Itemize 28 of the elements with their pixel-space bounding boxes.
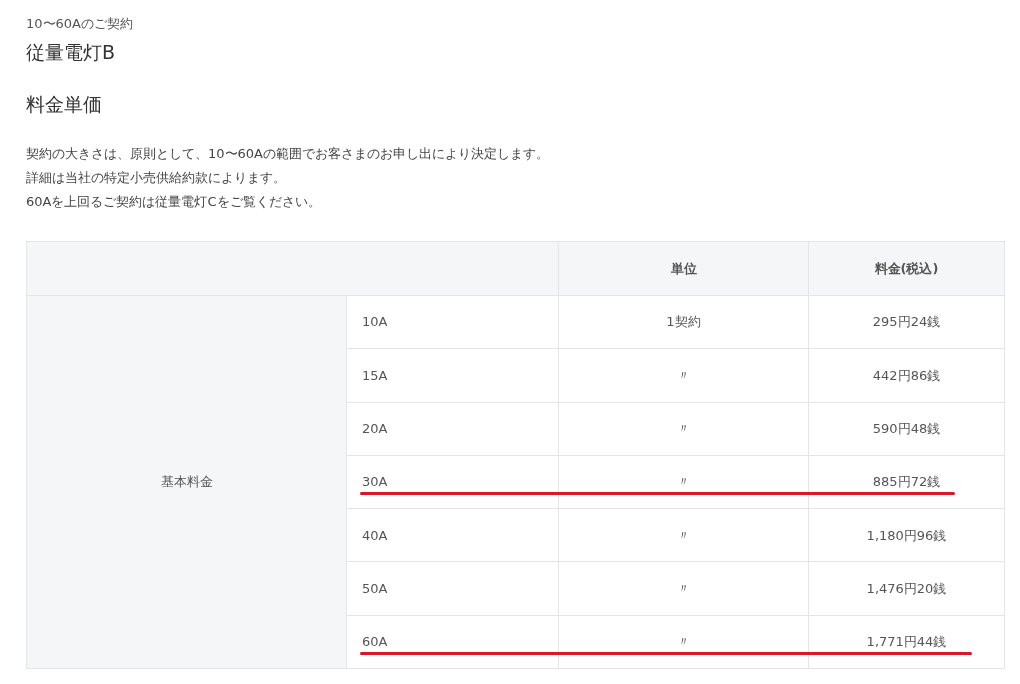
- description-text: 契約の大きさは、原則として、10〜60Aの範囲でお客さまのお申し出により決定します。: [26, 145, 550, 163]
- plan-title: 従量電灯B: [26, 40, 117, 65]
- description-text: 詳細は当社の特定小売供給約款によります。: [26, 169, 287, 187]
- price-cell: 1,476円20銭: [808, 562, 1005, 616]
- contract-range-label: 10〜60Aのご契約: [26, 15, 134, 33]
- price-cell: 295円24銭: [808, 295, 1005, 349]
- capacity-cell: 50A: [346, 562, 559, 616]
- price-cell: 1,771円44銭: [808, 615, 1005, 669]
- capacity-cell: 40A: [346, 508, 559, 562]
- section-title: 料金単価: [26, 92, 103, 117]
- capacity-cell: 15A: [346, 348, 559, 403]
- price-cell: 1,180円96銭: [808, 508, 1005, 562]
- capacity-cell: 10A: [346, 295, 559, 349]
- unit-cell: 〃: [558, 455, 809, 509]
- price-cell: 590円48銭: [808, 402, 1005, 456]
- price-cell: 442円86銭: [808, 348, 1005, 403]
- column-header: 単位: [558, 241, 809, 296]
- capacity-cell: 20A: [346, 402, 559, 456]
- unit-cell: 〃: [558, 508, 809, 562]
- description-text: 60Aを上回るご契約は従量電灯Cをご覧ください。: [26, 193, 322, 211]
- price-cell: 885円72銭: [808, 455, 1005, 509]
- column-header: 料金(税込): [808, 241, 1005, 296]
- unit-cell: 〃: [558, 615, 809, 669]
- unit-cell: 〃: [558, 562, 809, 616]
- unit-cell: 〃: [558, 402, 809, 456]
- unit-cell: 1契約: [558, 295, 809, 349]
- row-group-cell: 基本料金: [26, 295, 347, 669]
- unit-cell: 〃: [558, 348, 809, 403]
